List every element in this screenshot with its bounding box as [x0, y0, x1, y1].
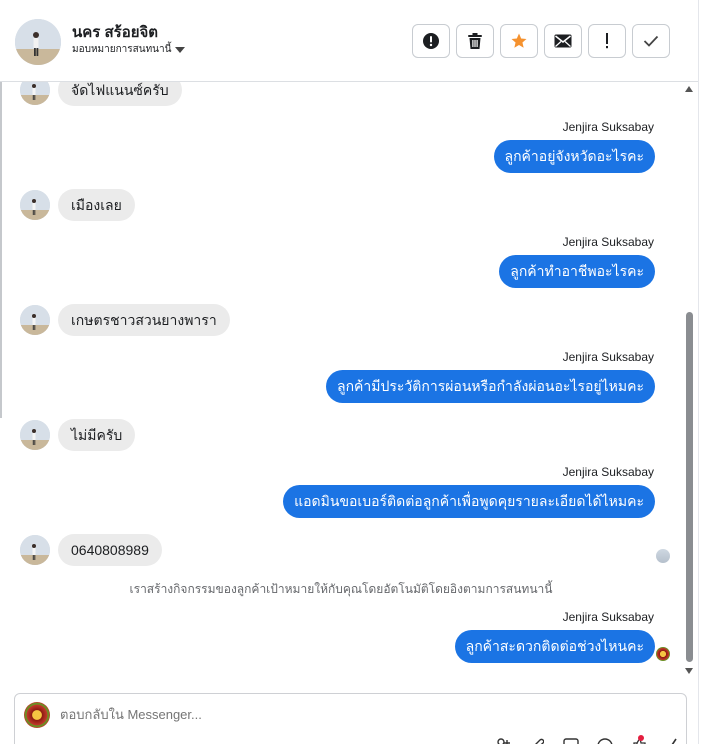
- incoming-message: เกษตรชาวสวนยางพารา: [20, 304, 230, 336]
- reply-composer[interactable]: [14, 693, 687, 744]
- trash-icon: [468, 33, 482, 49]
- follow-up-button[interactable]: [588, 24, 626, 58]
- add-contact-button[interactable]: [495, 736, 511, 744]
- message-bubble[interactable]: ไม่มีครับ: [58, 419, 136, 451]
- contact-avatar-small: [20, 420, 50, 450]
- conversation-actions: [412, 24, 670, 58]
- message-bubble[interactable]: 0640808989: [58, 534, 162, 566]
- message-bubble-outgoing[interactable]: แอดมินขอเบอร์ติดต่อลูกค้าเพื่อพูดคุยรายล…: [283, 485, 655, 518]
- scroll-down-arrow-icon[interactable]: [685, 668, 693, 674]
- message-bubble[interactable]: เกษตรชาวสวนยางพารา: [58, 304, 230, 336]
- system-activity-note: เราสร้างกิจกรรมของลูกค้าเป้าหมายให้กับคุ…: [129, 582, 553, 596]
- emoji-button[interactable]: [597, 736, 613, 744]
- attach-button[interactable]: [529, 736, 545, 744]
- message-bubble[interactable]: เมืองเลย: [58, 189, 135, 221]
- person-add-icon: [497, 738, 510, 744]
- wand-icon: [671, 738, 677, 744]
- message-bubble-outgoing[interactable]: ลูกค้าอยู่จังหวัดอะไรคะ: [493, 140, 655, 173]
- conversation-header: นคร สร้อยจิต มอบหมายการสนทนานี้: [0, 0, 698, 82]
- delete-button[interactable]: [456, 24, 494, 58]
- assign-conversation-dropdown[interactable]: มอบหมายการสนทนานี้: [72, 42, 186, 57]
- contact-avatar-small: [20, 535, 50, 565]
- scroll-up-arrow-icon[interactable]: [685, 86, 693, 92]
- incoming-message: จัดไฟแนนซ์ครับ: [20, 82, 182, 106]
- spam-button[interactable]: [412, 24, 450, 58]
- mark-unread-button[interactable]: [544, 24, 582, 58]
- card-icon: [563, 738, 579, 744]
- thread-scrollbar[interactable]: [683, 82, 695, 682]
- caret-down-icon: [175, 46, 186, 53]
- message-bubble[interactable]: จัดไฟแนนซ์ครับ: [58, 82, 182, 106]
- incoming-message: ไม่มีครับ: [20, 419, 136, 451]
- window-edge: [698, 0, 704, 744]
- saved-replies-button[interactable]: [563, 736, 579, 744]
- scroll-thumb[interactable]: [686, 312, 693, 662]
- mark-done-button[interactable]: [632, 24, 670, 58]
- emoji-icon: [597, 738, 613, 744]
- incoming-message: 0640808989: [20, 534, 162, 566]
- page-avatar: [24, 702, 50, 728]
- sender-name: Jenjira Suksabay: [562, 465, 654, 479]
- messenger-inbox-conversation: นคร สร้อยจิต มอบหมายการสนทนานี้ จัดไฟแนน…: [0, 0, 704, 744]
- reply-input[interactable]: [60, 707, 560, 722]
- contact-avatar-small: [20, 305, 50, 335]
- envelope-icon: [554, 34, 572, 48]
- contact-avatar[interactable]: [15, 19, 61, 65]
- contact-avatar-small: [20, 190, 50, 220]
- incoming-message: เมืองเลย: [20, 189, 135, 221]
- message-bubble-outgoing[interactable]: ลูกค้ามีประวัติการผ่อนหรือกำลังผ่อนอะไรอ…: [325, 370, 655, 403]
- exclamation-icon: [606, 33, 608, 49]
- message-thread[interactable]: จัดไฟแนนซ์ครับ Jenjira Suksabay ลูกค้าอย…: [0, 82, 682, 680]
- message-bubble-outgoing[interactable]: ลูกค้าสะดวกติดต่อช่วงไหนคะ: [454, 630, 655, 663]
- sender-name: Jenjira Suksabay: [562, 610, 654, 624]
- composer-toolbar: [495, 736, 681, 744]
- notification-dot: [638, 735, 644, 741]
- contact-avatar-small: [20, 82, 50, 105]
- delivered-receipt-avatar: [656, 647, 670, 661]
- star-button[interactable]: [500, 24, 538, 58]
- sender-name: Jenjira Suksabay: [562, 235, 654, 249]
- seen-receipt-avatar: [656, 549, 670, 563]
- check-icon: [643, 35, 659, 47]
- contact-name[interactable]: นคร สร้อยจิต: [72, 20, 158, 44]
- alert-circle-icon: [423, 33, 439, 49]
- sender-name: Jenjira Suksabay: [562, 120, 654, 134]
- more-tools-button[interactable]: [665, 736, 681, 744]
- assign-label: มอบหมายการสนทนานี้: [72, 44, 172, 55]
- paperclip-icon: [535, 738, 544, 744]
- star-icon: [511, 33, 527, 48]
- sender-name: Jenjira Suksabay: [562, 350, 654, 364]
- message-bubble-outgoing[interactable]: ลูกค้าทำอาชีพอะไรคะ: [499, 255, 655, 288]
